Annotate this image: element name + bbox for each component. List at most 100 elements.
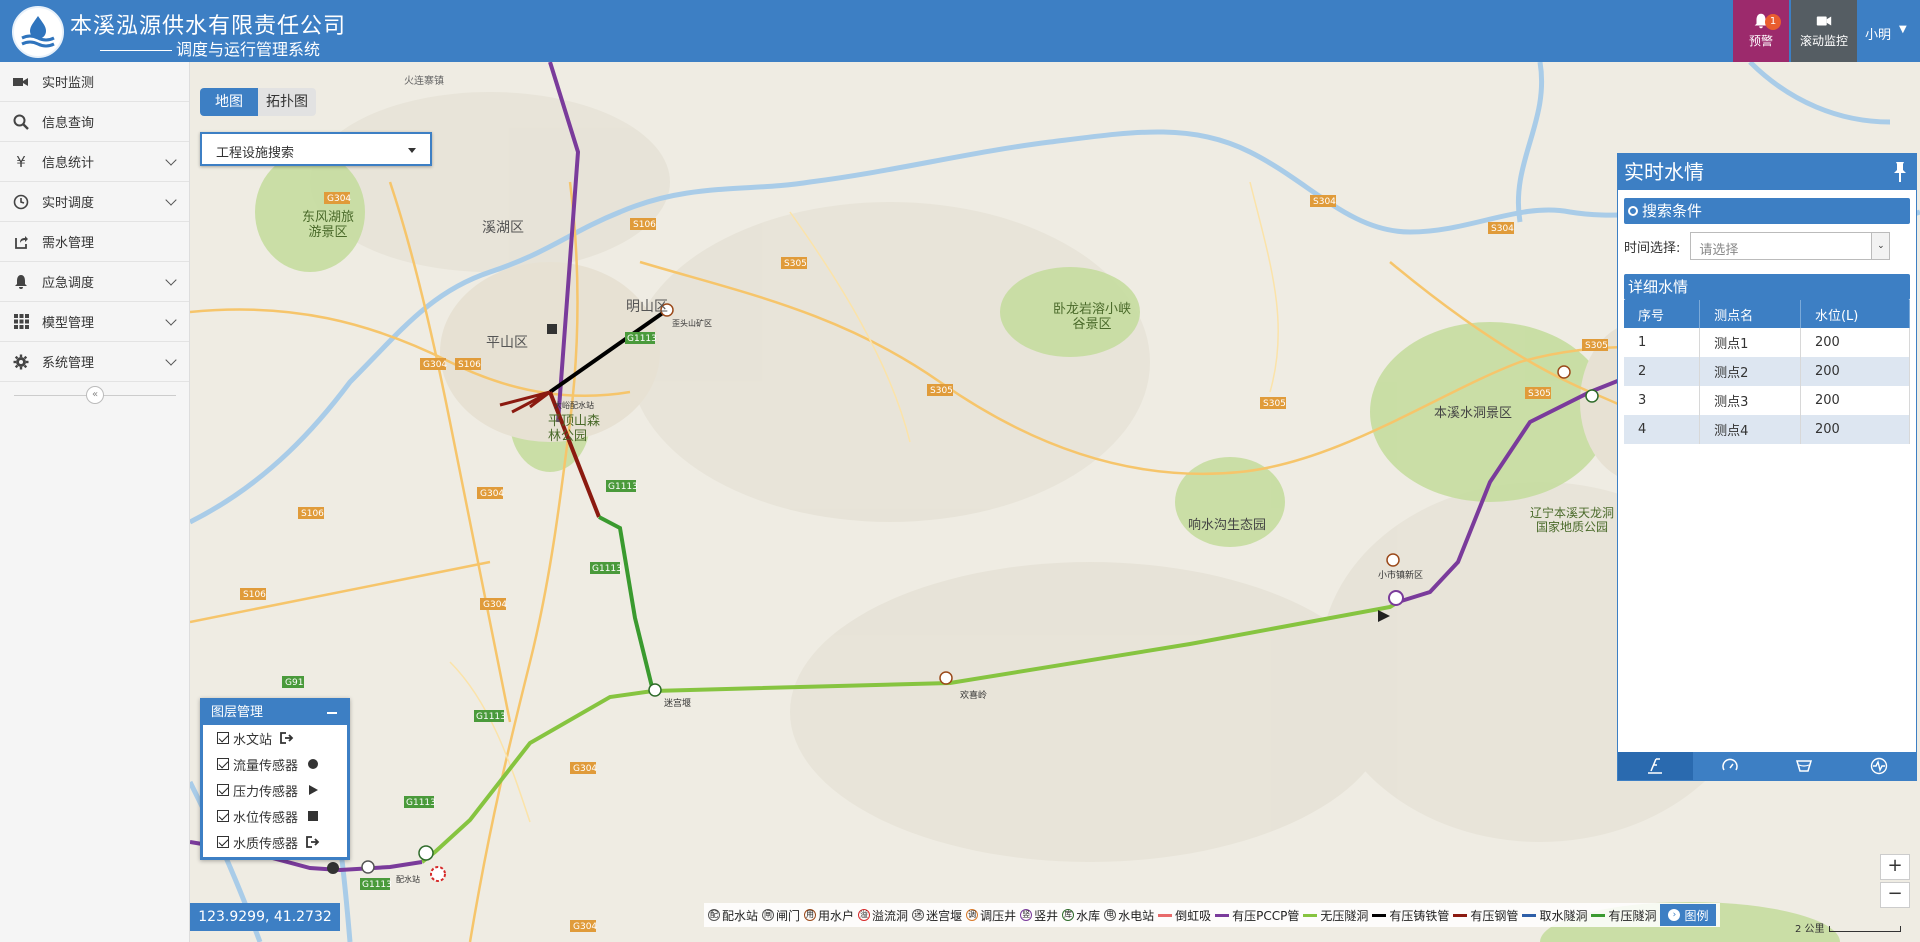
- alarm-button[interactable]: 1 预警: [1733, 0, 1789, 62]
- sidebar-item-info-query[interactable]: 信息查询: [0, 102, 189, 142]
- company-logo: [12, 6, 64, 58]
- sidebar-item-label: 系统管理: [42, 356, 95, 371]
- dot-icon: [306, 757, 320, 771]
- layer-toggle-quality-sensor[interactable]: 水质传感器: [203, 829, 347, 855]
- layer-checkbox[interactable]: [217, 732, 229, 744]
- sidebar-item-demand[interactable]: 需水管理: [0, 222, 189, 262]
- map-view-tabs: 地图 拓扑图: [200, 88, 316, 116]
- collapse-sidebar-button[interactable]: «: [86, 386, 104, 404]
- svg-text:S305: S305: [930, 386, 953, 396]
- layer-toggle-pressure-sensor[interactable]: 压力传感器: [203, 777, 347, 803]
- hydropower-icon: 电: [1104, 909, 1117, 921]
- svg-text:S305: S305: [1263, 399, 1286, 409]
- tab-gauge[interactable]: [1693, 752, 1768, 780]
- legend-item: 竖竖井: [1020, 908, 1059, 923]
- tab-pulse[interactable]: [1842, 752, 1917, 780]
- layer-toggle-hydro-station[interactable]: 水文站: [203, 725, 347, 751]
- legend-item: 有压PCCP管: [1215, 907, 1299, 924]
- video-monitor-button[interactable]: 滚动监控: [1791, 0, 1857, 62]
- user-name: 小明: [1865, 28, 1892, 43]
- sidebar-item-label: 实时调度: [42, 196, 95, 211]
- legend-item: 有压铸铁管: [1372, 907, 1449, 924]
- zoom-in-button[interactable]: +: [1880, 854, 1910, 880]
- table-cell: 200: [1800, 386, 1911, 415]
- tab-topology[interactable]: 拓扑图: [258, 88, 316, 116]
- column-header[interactable]: 水位(L): [1800, 300, 1911, 328]
- yen-icon: ¥: [16, 152, 26, 171]
- table-row[interactable]: 4 测点4 200: [1624, 415, 1911, 444]
- time-select[interactable]: 请选择 ⌄: [1690, 232, 1891, 260]
- map-legend-bar: 配配水站 闸闸门 用用水户 溢溢流洞 迷迷宫堰 调调压井 竖竖井 库水库 电水电…: [704, 903, 1721, 927]
- layer-label: 水位传感器: [233, 810, 299, 826]
- layer-checkbox[interactable]: [217, 836, 229, 848]
- table-row[interactable]: 3 测点3 200: [1624, 386, 1911, 415]
- column-header[interactable]: 序号: [1624, 300, 1701, 328]
- layer-checkbox[interactable]: [217, 810, 229, 822]
- app-header: 本溪泓源供水有限责任公司 调度与运行管理系统 1 预警 滚动监控 小明 ▼: [0, 0, 1920, 62]
- search-icon: [1628, 206, 1638, 216]
- sidebar-item-realtime-monitor[interactable]: 实时监测: [0, 62, 189, 102]
- detail-water-header: 详细水情: [1624, 274, 1910, 300]
- svg-text:S304: S304: [1491, 224, 1514, 234]
- zoom-out-button[interactable]: −: [1880, 882, 1910, 908]
- reservoir-icon: 库: [1062, 909, 1075, 921]
- table-row[interactable]: 2 测点2 200: [1624, 357, 1911, 386]
- table-cell: 测点1: [1699, 328, 1801, 357]
- legend-item: 用用水户: [804, 908, 855, 923]
- pin-icon[interactable]: [1892, 160, 1908, 184]
- minimize-icon[interactable]: [327, 712, 337, 714]
- user-menu[interactable]: 小明 ▼: [1857, 0, 1920, 62]
- layer-checkbox[interactable]: [217, 784, 229, 796]
- place-label: 卧龙岩溶小峡谷景区: [1052, 302, 1131, 332]
- legend-toggle-button[interactable]: › 图例: [1660, 904, 1717, 926]
- layer-label: 压力传感器: [233, 784, 299, 800]
- svg-text:S305: S305: [1528, 389, 1551, 399]
- water-level-icon: [1648, 758, 1663, 774]
- layer-toggle-flow-sensor[interactable]: 流量传感器: [203, 751, 347, 777]
- place-label: 明山区: [626, 299, 668, 315]
- overflow-icon: 溢: [858, 909, 871, 921]
- tab-water-level[interactable]: [1618, 752, 1693, 780]
- place-label: 配水站: [396, 875, 420, 884]
- layer-label: 水质传感器: [233, 836, 299, 852]
- surge-well-icon: 调: [966, 909, 979, 921]
- svg-text:G304: G304: [327, 194, 351, 204]
- layer-toggle-level-sensor[interactable]: 水位传感器: [203, 803, 347, 829]
- line-swatch: [1522, 913, 1537, 917]
- table-row[interactable]: 1 测点1 200: [1624, 328, 1911, 357]
- column-header[interactable]: 测点名: [1699, 300, 1801, 328]
- sidebar-item-label: 模型管理: [42, 316, 95, 331]
- sidebar-item-label: 实时监测: [42, 76, 95, 91]
- line-swatch: [1158, 913, 1173, 917]
- tab-basin[interactable]: [1767, 752, 1842, 780]
- weir-icon: 迷: [912, 909, 925, 921]
- svg-text:G304: G304: [573, 764, 597, 774]
- layer-checkbox[interactable]: [217, 758, 229, 770]
- sign-out-icon: [280, 731, 294, 745]
- distribution-station-icon: 配: [708, 909, 720, 921]
- table-cell: 测点4: [1699, 415, 1801, 444]
- table-cell: 测点2: [1699, 357, 1801, 386]
- facility-search-select[interactable]: 工程设施搜索: [200, 132, 432, 166]
- svg-text:G1113: G1113: [476, 712, 506, 722]
- time-select-placeholder: 请选择: [1699, 243, 1739, 258]
- sidebar-item-label: 需水管理: [42, 236, 95, 251]
- chevron-down-icon: ⌄: [1871, 233, 1890, 259]
- alarm-label: 预警: [1748, 34, 1773, 48]
- scale-bar: 2 公里: [1795, 920, 1901, 935]
- sidebar-item-info-stats[interactable]: ¥ 信息统计: [0, 142, 189, 182]
- line-swatch: [1453, 913, 1468, 917]
- sidebar-item-model[interactable]: 模型管理: [0, 302, 189, 342]
- table-cell: 200: [1800, 357, 1911, 386]
- sidebar-item-system[interactable]: 系统管理: [0, 342, 189, 382]
- legend-item: 无压隧洞: [1303, 907, 1368, 924]
- map-view[interactable]: G304 S106 S305 S304 S304 S305 S305 S305 …: [190, 62, 1920, 942]
- sidebar-item-emergency[interactable]: 应急调度: [0, 262, 189, 302]
- pulse-icon: [1870, 757, 1887, 775]
- panel-title: 实时水情: [1624, 160, 1704, 184]
- line-swatch: [1591, 913, 1606, 917]
- search-icon: [12, 113, 30, 131]
- sidebar-item-realtime-dispatch[interactable]: 实时调度: [0, 182, 189, 222]
- tab-map[interactable]: 地图: [200, 88, 258, 116]
- chevron-down-icon: [165, 354, 177, 366]
